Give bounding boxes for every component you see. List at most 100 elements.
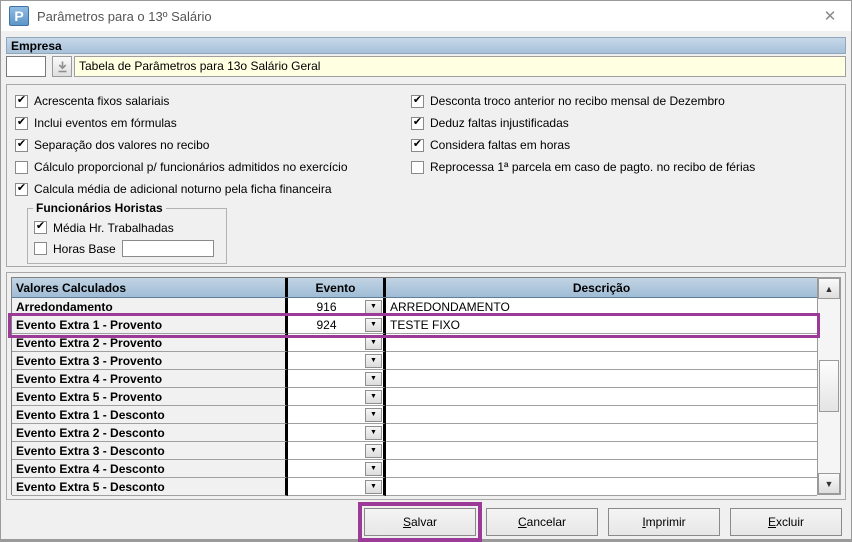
dropdown-arrow-icon[interactable]: ▼ (365, 461, 382, 476)
horas-base-input[interactable] (121, 240, 214, 257)
cell-descricao (386, 478, 817, 496)
cell-evento[interactable]: ▼ (288, 370, 386, 388)
cell-descricao: ARREDONDAMENTO (386, 298, 817, 316)
horas-base-row: Horas Base (34, 238, 220, 259)
option-left-checkbox-4[interactable]: ✔ (15, 182, 28, 196)
table-row-1[interactable]: Evento Extra 1 - Provento 924 ▼ TESTE FI… (12, 316, 817, 334)
cell-evento[interactable]: ▼ (288, 334, 386, 352)
vertical-scrollbar[interactable]: ▲ ▼ (817, 277, 841, 495)
imprimir-button[interactable]: Imprimir (608, 508, 720, 536)
options-column-right: ✔ Desconta troco anterior no recibo mens… (411, 90, 843, 262)
table-row-3[interactable]: Evento Extra 3 - Provento ▼ (12, 352, 817, 370)
media-hr-checkbox[interactable]: ✔ (34, 221, 47, 234)
dropdown-arrow-icon[interactable]: ▼ (365, 407, 382, 422)
empresa-section-header: Empresa (6, 37, 846, 54)
option-right-checkbox-2[interactable]: ✔ (411, 138, 424, 152)
horas-base-label: Horas Base (53, 241, 116, 256)
table-row-5[interactable]: Evento Extra 5 - Provento ▼ (12, 388, 817, 406)
table-row-4[interactable]: Evento Extra 4 - Provento ▼ (12, 370, 817, 388)
cell-evento[interactable]: ▼ (288, 442, 386, 460)
checkbox-label: Acrescenta fixos salariais (34, 94, 170, 108)
dropdown-arrow-icon[interactable]: ▼ (365, 371, 382, 386)
option-right-row-0: ✔ Desconta troco anterior no recibo mens… (411, 90, 843, 112)
cancelar-button[interactable]: Cancelar (486, 508, 598, 536)
grid-header-row: Valores Calculados Evento Descrição (12, 278, 817, 298)
empresa-description-field: Tabela de Parâmetros para 13o Salário Ge… (74, 56, 846, 77)
cell-evento[interactable]: 924 ▼ (288, 316, 386, 334)
table-row-8[interactable]: Evento Extra 3 - Desconto ▼ (12, 442, 817, 460)
options-left-list: ✔ Acrescenta fixos salariais ✔ Inclui ev… (15, 90, 411, 200)
grid-body: Arredondamento 916 ▼ ARREDONDAMENTO Even… (12, 298, 817, 496)
option-left-row-0: ✔ Acrescenta fixos salariais (15, 90, 411, 112)
option-right-checkbox-0[interactable]: ✔ (411, 94, 424, 108)
table-row-6[interactable]: Evento Extra 1 - Desconto ▼ (12, 406, 817, 424)
options-column-left: ✔ Acrescenta fixos salariais ✔ Inclui ev… (15, 90, 411, 264)
valores-calculados-table-panel: Valores Calculados Evento Descrição Arre… (6, 272, 846, 500)
dropdown-arrow-icon[interactable]: ▼ (365, 443, 382, 458)
table-row-10[interactable]: Evento Extra 5 - Desconto ▼ (12, 478, 817, 496)
cell-evento[interactable]: ▼ (288, 406, 386, 424)
table-row-2[interactable]: Evento Extra 2 - Provento ▼ (12, 334, 817, 352)
title-bar: P Parâmetros para o 13º Salário ✕ (1, 1, 851, 31)
cell-descricao (386, 442, 817, 460)
cell-evento[interactable]: ▼ (288, 460, 386, 478)
cell-evento[interactable]: ▼ (288, 478, 386, 496)
cell-valores: Evento Extra 3 - Desconto (12, 442, 288, 460)
option-left-checkbox-1[interactable]: ✔ (15, 116, 28, 130)
dropdown-arrow-icon[interactable]: ▼ (365, 353, 382, 368)
excluir-button[interactable]: Excluir (730, 508, 842, 536)
funcionarios-horistas-group: Funcionários Horistas ✔ Média Hr. Trabal… (27, 201, 227, 264)
dropdown-arrow-icon[interactable]: ▼ (365, 389, 382, 404)
cell-valores: Evento Extra 2 - Provento (12, 334, 288, 352)
option-left-row-2: ✔ Separação dos valores no recibo (15, 134, 411, 156)
dialog-parametros-13-salario: P Parâmetros para o 13º Salário ✕ Empres… (0, 0, 852, 542)
option-left-row-1: ✔ Inclui eventos em fórmulas (15, 112, 411, 134)
header-valores-calculados: Valores Calculados (12, 278, 288, 297)
option-left-checkbox-3[interactable] (15, 160, 28, 174)
cell-valores: Evento Extra 4 - Provento (12, 370, 288, 388)
cell-valores: Evento Extra 3 - Provento (12, 352, 288, 370)
salvar-button[interactable]: Salvar (358, 502, 482, 542)
evento-value: 916 (316, 299, 337, 314)
valores-calculados-grid: Valores Calculados Evento Descrição Arre… (11, 277, 817, 496)
lookup-down-arrow-icon (58, 61, 66, 72)
checkbox-label: Separação dos valores no recibo (34, 138, 210, 152)
media-hr-label: Média Hr. Trabalhadas (53, 220, 174, 235)
empresa-code-input[interactable] (6, 56, 46, 77)
cell-descricao (386, 460, 817, 478)
dropdown-arrow-icon[interactable]: ▼ (365, 335, 382, 350)
dropdown-arrow-icon[interactable]: ▼ (365, 317, 382, 332)
scroll-down-icon[interactable]: ▼ (818, 473, 840, 494)
option-right-checkbox-3[interactable] (411, 160, 424, 174)
table-row-0[interactable]: Arredondamento 916 ▼ ARREDONDAMENTO (12, 298, 817, 316)
cell-evento[interactable]: ▼ (288, 352, 386, 370)
options-panel: ✔ Acrescenta fixos salariais ✔ Inclui ev… (6, 84, 846, 267)
scrollbar-thumb[interactable] (819, 360, 839, 412)
header-evento: Evento (288, 278, 386, 297)
option-left-row-3: Cálculo proporcional p/ funcionários adm… (15, 156, 411, 178)
cell-evento[interactable]: ▼ (288, 424, 386, 442)
cell-valores: Evento Extra 1 - Provento (12, 316, 288, 334)
checkbox-label: Reprocessa 1ª parcela em caso de pagto. … (430, 160, 756, 174)
cell-valores: Arredondamento (12, 298, 288, 316)
option-left-checkbox-0[interactable]: ✔ (15, 94, 28, 108)
cell-evento[interactable]: 916 ▼ (288, 298, 386, 316)
cell-valores: Evento Extra 2 - Desconto (12, 424, 288, 442)
dropdown-arrow-icon[interactable]: ▼ (365, 425, 382, 440)
option-left-checkbox-2[interactable]: ✔ (15, 138, 28, 152)
option-right-checkbox-1[interactable]: ✔ (411, 116, 424, 130)
option-left-row-4: ✔ Calcula média de adicional noturno pel… (15, 178, 411, 200)
window-title: Parâmetros para o 13º Salário (37, 8, 212, 24)
checkbox-label: Calcula média de adicional noturno pela … (34, 182, 332, 196)
checkbox-label: Desconta troco anterior no recibo mensal… (430, 94, 725, 108)
dropdown-arrow-icon[interactable]: ▼ (365, 479, 382, 494)
checkbox-label: Inclui eventos em fórmulas (34, 116, 177, 130)
table-row-7[interactable]: Evento Extra 2 - Desconto ▼ (12, 424, 817, 442)
empresa-lookup-button[interactable] (52, 56, 72, 77)
close-icon[interactable]: ✕ (811, 2, 849, 30)
horas-base-checkbox[interactable] (34, 242, 47, 255)
scroll-up-icon[interactable]: ▲ (818, 278, 840, 299)
dropdown-arrow-icon[interactable]: ▼ (365, 299, 382, 314)
table-row-9[interactable]: Evento Extra 4 - Desconto ▼ (12, 460, 817, 478)
cell-evento[interactable]: ▼ (288, 388, 386, 406)
